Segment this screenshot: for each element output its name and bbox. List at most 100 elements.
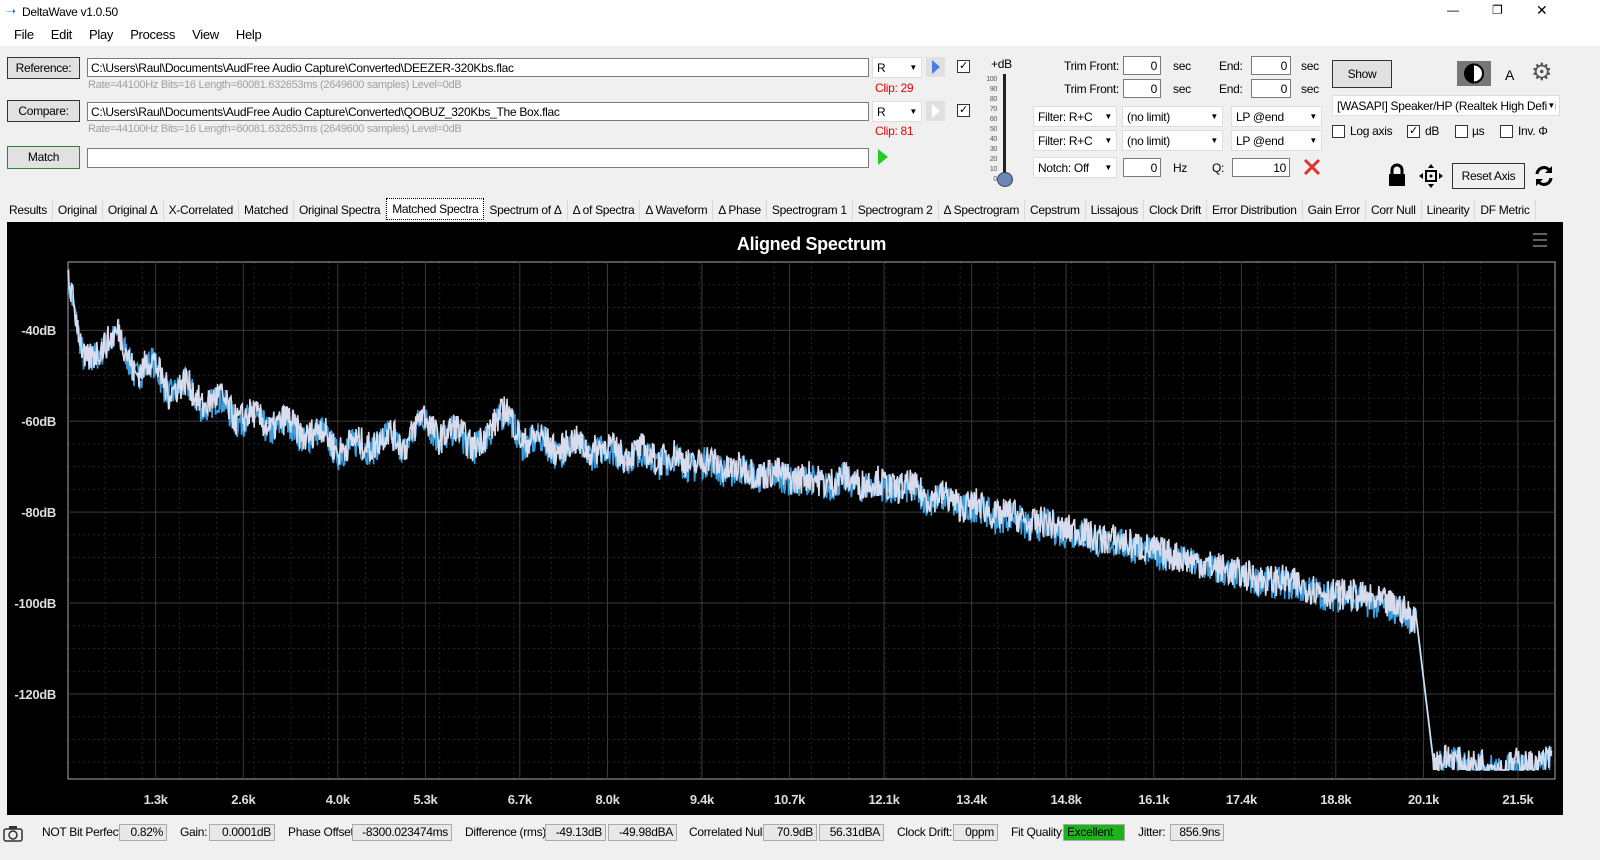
level-ticks: 100 90 80 70 60 50 40 30 20 10 0: [981, 75, 997, 185]
menu-help[interactable]: Help: [229, 24, 269, 45]
tab-matched-spectra[interactable]: Matched Spectra: [386, 198, 485, 220]
log-axis-checkbox[interactable]: [1332, 125, 1345, 138]
lock-icon[interactable]: [1387, 163, 1407, 187]
compare-clip: Clip: 81: [875, 124, 914, 138]
tab-spectrogram-2[interactable]: Spectrogram 2: [853, 200, 939, 220]
x-tick-label: 5.3k: [413, 792, 438, 807]
compare-channel-select[interactable]: R ▼: [872, 101, 922, 122]
jitter-value: 856.9ns: [1170, 824, 1224, 841]
level-tick: 0: [993, 176, 997, 183]
notch-select[interactable]: Notch: Off ▼: [1033, 157, 1117, 178]
audio-device-select[interactable]: [WASAPI] Speaker/HP (Realtek High Defini…: [1332, 95, 1560, 116]
tab-linearity[interactable]: Linearity: [1422, 200, 1476, 220]
correlated-null-db-value: 70.9dB: [763, 824, 817, 841]
pan-move-icon[interactable]: [1418, 163, 1444, 189]
menu-bar: File Edit Play Process View Help: [0, 24, 1600, 46]
compare-button[interactable]: Compare:: [7, 100, 80, 122]
level-slider-thumb[interactable]: [997, 172, 1013, 187]
reference-enabled-checkbox[interactable]: ✓: [957, 60, 970, 73]
tab-spectrum-of-[interactable]: Spectrum of Δ: [484, 200, 568, 220]
tab--phase[interactable]: Δ Phase: [713, 200, 767, 220]
aligned-spectrum-chart[interactable]: 1.3k 2.6k 4.0k 5.3k 6.7k 8.0k 9.4k 10.7k 12.1k 13…: [7, 222, 1563, 815]
reference-path-input[interactable]: C:\Users\Raul\Documents\AudFree Audio Ca…: [87, 58, 869, 77]
tab-spectrogram-1[interactable]: Spectrogram 1: [767, 200, 853, 220]
tab-clock-drift[interactable]: Clock Drift: [1144, 200, 1208, 220]
db-label: dB: [1425, 124, 1440, 138]
filter-select-2[interactable]: Filter: R+C ▼: [1033, 130, 1117, 151]
tab--spectrogram[interactable]: Δ Spectrogram: [939, 200, 1026, 220]
reference-clip: Clip: 29: [875, 81, 914, 95]
menu-view[interactable]: View: [185, 24, 226, 45]
menu-process[interactable]: Process: [123, 24, 182, 45]
tab-matched[interactable]: Matched: [239, 200, 294, 220]
a-button[interactable]: A: [1505, 67, 1514, 83]
reference-button[interactable]: Reference:: [7, 57, 80, 79]
restore-button[interactable]: ❐: [1492, 3, 1503, 17]
menu-play[interactable]: Play: [82, 24, 120, 45]
trim-end-input-2[interactable]: 0: [1251, 79, 1291, 98]
tab--of-spectra[interactable]: Δ of Spectra: [568, 200, 641, 220]
trim-front-input-1[interactable]: 0: [1123, 56, 1161, 75]
tab--waveform[interactable]: Δ Waveform: [640, 200, 714, 220]
reference-spectrum-line: [67, 270, 1553, 771]
play-reference-button[interactable]: [926, 57, 945, 77]
tab-original-spectra[interactable]: Original Spectra: [294, 200, 387, 220]
settings-gear-icon[interactable]: ⚙: [1531, 61, 1553, 85]
trim-end-unit-1: sec: [1301, 59, 1319, 73]
refresh-icon[interactable]: [1533, 164, 1555, 188]
level-slider-track[interactable]: [1003, 74, 1006, 180]
filter-select-1[interactable]: Filter: R+C ▼: [1033, 106, 1117, 127]
chart-settings-icon[interactable]: [1533, 233, 1547, 247]
reference-channel-select[interactable]: R ▼: [872, 57, 922, 78]
menu-edit[interactable]: Edit: [44, 24, 79, 45]
minimize-button[interactable]: —: [1447, 3, 1459, 17]
fit-quality-value: Excellent: [1063, 824, 1125, 841]
tab-original-[interactable]: Original Δ: [103, 200, 164, 220]
tab-cepstrum[interactable]: Cepstrum: [1025, 200, 1086, 220]
menu-file[interactable]: File: [7, 24, 41, 45]
show-button[interactable]: Show: [1332, 60, 1392, 88]
q-input[interactable]: 10: [1232, 158, 1290, 177]
invert-phase-checkbox[interactable]: [1500, 125, 1513, 138]
run-match-icon[interactable]: [876, 148, 890, 166]
x-tick-label: 10.7k: [774, 792, 806, 807]
reset-axis-button[interactable]: Reset Axis: [1452, 163, 1525, 189]
tab-x-correlated[interactable]: X-Correlated: [164, 200, 240, 220]
lp-select-2[interactable]: LP @end ▼: [1231, 130, 1322, 151]
limit-select-2[interactable]: (no limit) ▼: [1122, 130, 1223, 151]
tab-original[interactable]: Original: [53, 200, 103, 220]
clock-drift-value: 0ppm: [953, 824, 998, 841]
notch-value: Notch: Off: [1038, 161, 1089, 175]
tab-lissajous[interactable]: Lissajous: [1086, 200, 1144, 220]
compare-path-input[interactable]: C:\Users\Raul\Documents\AudFree Audio Ca…: [87, 102, 869, 121]
match-button[interactable]: Match: [7, 146, 80, 169]
difference-dba-value: -49.98dBA: [608, 824, 677, 841]
tab-gain-error[interactable]: Gain Error: [1303, 200, 1367, 220]
tab-error-distribution[interactable]: Error Distribution: [1207, 200, 1303, 220]
window-title: DeltaWave v1.0.50: [22, 5, 118, 19]
level-tick: 100: [986, 76, 997, 83]
close-button[interactable]: ✕: [1536, 2, 1548, 19]
tab-df-metric[interactable]: DF Metric: [1475, 200, 1536, 220]
x-tick-label: 4.0k: [326, 792, 351, 807]
camera-icon[interactable]: [3, 824, 23, 842]
tab-corr-null[interactable]: Corr Null: [1366, 200, 1422, 220]
y-tick-label: -100dB: [14, 596, 56, 611]
limit-select-1[interactable]: (no limit) ▼: [1122, 106, 1223, 127]
compare-enabled-checkbox[interactable]: ✓: [957, 104, 970, 117]
tab-results[interactable]: Results: [4, 200, 53, 220]
clock-drift-label: Clock Drift:: [897, 825, 953, 839]
plot-frame: [67, 261, 1556, 780]
play-compare-button[interactable]: [926, 101, 945, 121]
x-tick-label: 13.4k: [956, 792, 988, 807]
notch-hz-input[interactable]: 0: [1123, 158, 1161, 177]
trim-front-input-2[interactable]: 0: [1123, 79, 1161, 98]
y-tick-label: -40dB: [21, 323, 56, 338]
lp-select-1[interactable]: LP @end ▼: [1231, 106, 1322, 127]
clear-notch-icon[interactable]: [1303, 158, 1321, 176]
chevron-down-icon: ▼: [1210, 112, 1218, 121]
us-checkbox[interactable]: [1455, 125, 1468, 138]
trim-end-input-1[interactable]: 0: [1251, 56, 1291, 75]
db-checkbox[interactable]: ✓: [1407, 125, 1420, 138]
contrast-button[interactable]: [1457, 61, 1491, 86]
